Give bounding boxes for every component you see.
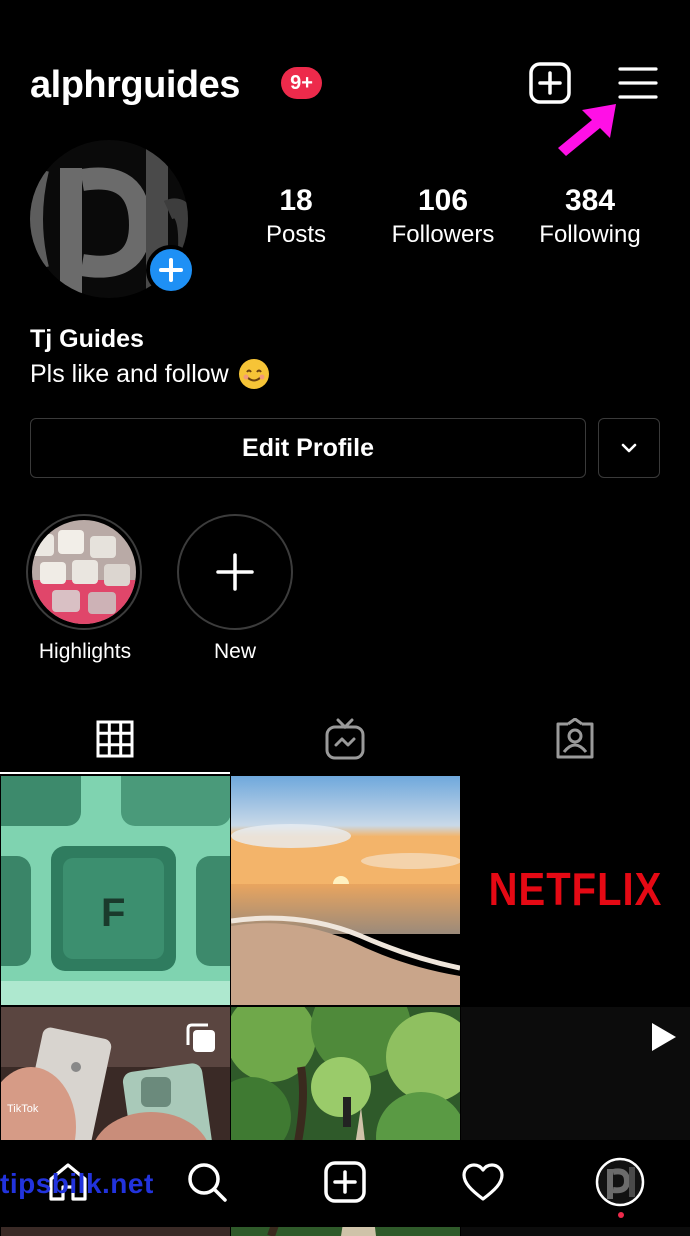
- highlight-item[interactable]: [26, 514, 142, 630]
- highlight-label[interactable]: New: [155, 638, 315, 666]
- suggestions-dropdown-button[interactable]: [598, 418, 660, 478]
- activity-heart-icon: [462, 1163, 504, 1201]
- stat-following[interactable]: 384 Following: [520, 183, 660, 251]
- site-watermark: tipsbilk.net: [0, 1168, 154, 1199]
- stat-label: Following: [539, 221, 641, 248]
- plus-icon: [216, 553, 254, 591]
- post-tile[interactable]: F: [1, 776, 230, 1005]
- post-tile[interactable]: [231, 776, 460, 1005]
- carousel-icon: [184, 1021, 218, 1055]
- nav-activity[interactable]: [453, 1152, 513, 1212]
- grid-icon: [96, 720, 134, 758]
- bio-text: Pls like and follow: [30, 360, 229, 388]
- active-nav-dot: [618, 1212, 624, 1218]
- stat-label: Followers: [391, 221, 495, 248]
- post-image-keyboard: F: [1, 776, 230, 1005]
- highlight-label[interactable]: Highlights: [5, 638, 165, 666]
- tagged-user-icon: [556, 718, 594, 759]
- chevron-down-icon: [621, 443, 637, 453]
- stat-value: 106: [417, 184, 469, 217]
- profile-avatar-icon: [595, 1157, 645, 1207]
- nav-profile[interactable]: [590, 1152, 650, 1212]
- add-post-icon[interactable]: [529, 62, 571, 104]
- stat-label: Posts: [265, 221, 327, 248]
- add-story-plus-icon[interactable]: [146, 245, 196, 295]
- stat-value: 18: [279, 184, 313, 217]
- igtv-icon: [325, 718, 365, 760]
- notification-badge[interactable]: 9+: [281, 67, 322, 99]
- annotation-arrow-icon: [556, 102, 618, 158]
- highlight-cover-image: [32, 520, 136, 624]
- netflix-logo: NETFLIX: [488, 864, 663, 916]
- tab-tagged[interactable]: [460, 703, 690, 775]
- edit-profile-button[interactable]: Edit Profile: [30, 418, 586, 478]
- post-image-sunset: [231, 776, 460, 1005]
- active-tab-indicator: [0, 772, 230, 774]
- bio: Pls like and follow: [30, 356, 269, 392]
- key-letter: F: [101, 891, 125, 935]
- nav-search[interactable]: [177, 1152, 237, 1212]
- tab-grid-posts[interactable]: [0, 703, 230, 775]
- profile-username[interactable]: alphrguides: [30, 60, 240, 110]
- search-icon: [188, 1163, 227, 1202]
- new-post-icon: [324, 1161, 366, 1203]
- tab-igtv[interactable]: [230, 703, 460, 775]
- stat-posts[interactable]: 18 Posts: [226, 183, 366, 251]
- stat-value: 384: [564, 184, 616, 217]
- display-name: Tj Guides: [30, 325, 144, 353]
- tiktok-watermark: TikTok: [7, 1103, 39, 1115]
- new-highlight-button[interactable]: [177, 514, 293, 630]
- video-play-icon: [646, 1021, 678, 1053]
- nav-new-post[interactable]: [315, 1152, 375, 1212]
- menu-hamburger-icon[interactable]: [618, 66, 658, 100]
- stat-followers[interactable]: 106 Followers: [373, 183, 513, 251]
- smiling-face-emoji-icon: [238, 359, 269, 389]
- post-tile[interactable]: NETFLIX: [461, 776, 690, 1005]
